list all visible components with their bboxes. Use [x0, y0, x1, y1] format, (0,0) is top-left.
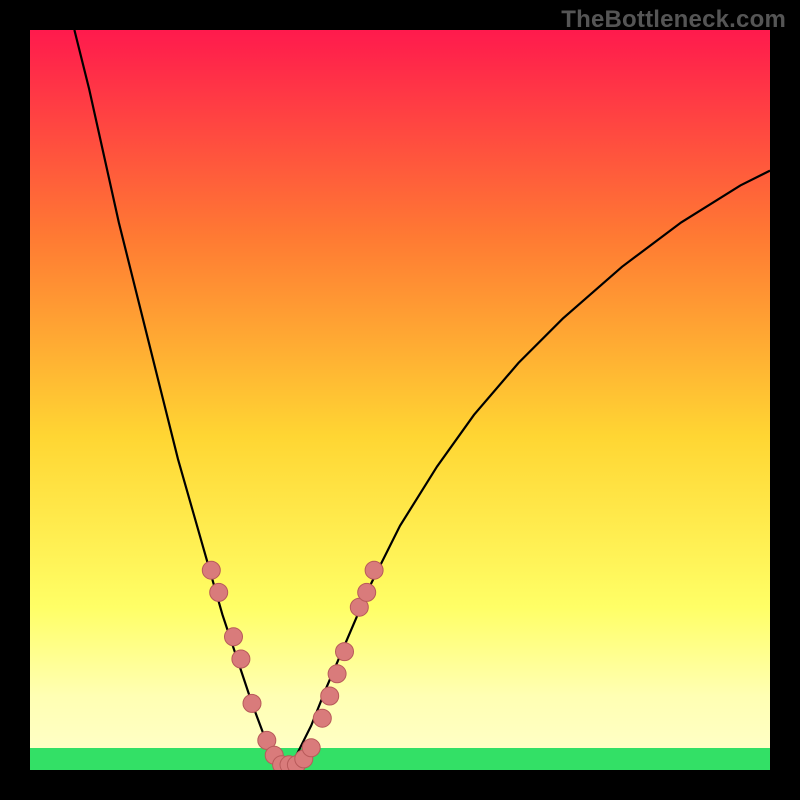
data-dot — [302, 739, 320, 757]
data-dot — [232, 650, 250, 668]
data-dot — [313, 709, 331, 727]
data-dot — [225, 628, 243, 646]
data-dot — [336, 643, 354, 661]
data-dot — [202, 561, 220, 579]
data-dot — [365, 561, 383, 579]
watermark-text: TheBottleneck.com — [561, 6, 786, 34]
chart-frame: TheBottleneck.com — [0, 0, 800, 800]
data-dot — [321, 687, 339, 705]
green-band — [30, 748, 770, 770]
data-dot — [358, 583, 376, 601]
plot-area — [30, 30, 770, 770]
chart-svg — [30, 30, 770, 770]
data-dot — [243, 694, 261, 712]
data-dot — [328, 665, 346, 683]
data-dot — [210, 583, 228, 601]
gradient-background — [30, 30, 770, 770]
